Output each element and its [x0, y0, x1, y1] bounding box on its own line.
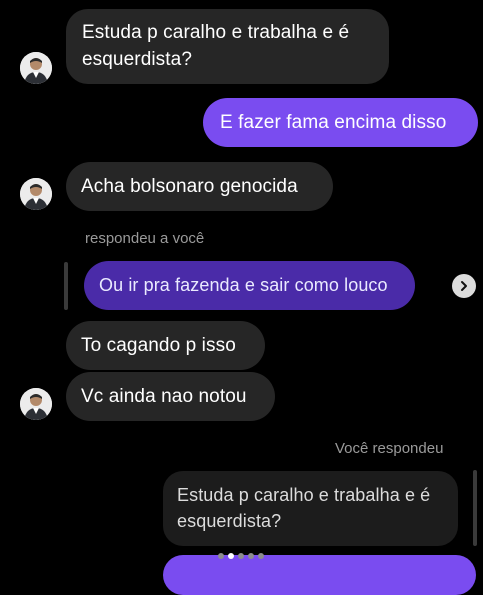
pagination-dot	[248, 553, 254, 559]
avatar-image	[20, 388, 52, 420]
quoted-message-text: Ou ir pra fazenda e sair como louco	[99, 275, 388, 295]
reply-label: respondeu a você	[85, 230, 205, 247]
quoted-message[interactable]: Estuda p caralho e trabalha e é esquerdi…	[163, 471, 458, 546]
carousel-pagination	[218, 553, 264, 559]
message-text-line: Estuda p caralho e trabalha e é	[82, 22, 350, 43]
pagination-dot	[258, 553, 264, 559]
reply-indicator-bar	[64, 262, 68, 310]
share-button[interactable]	[452, 274, 476, 298]
message-text: Vc ainda nao notou	[81, 386, 247, 407]
message-text: Acha bolsonaro genocida	[81, 176, 298, 197]
message-incoming-1[interactable]: Estuda p caralho e trabalha e é esquerdi…	[66, 9, 389, 84]
sender-avatar[interactable]	[20, 388, 52, 420]
message-outgoing-1[interactable]: E fazer fama encima disso	[203, 98, 478, 147]
message-incoming-3[interactable]: To cagando p isso	[66, 321, 265, 370]
reply-indicator-bar	[473, 470, 477, 546]
avatar-image	[20, 178, 52, 210]
sender-avatar[interactable]	[20, 52, 52, 84]
chat-thread[interactable]: Estuda p caralho e trabalha e é esquerdi…	[0, 0, 483, 595]
sender-avatar[interactable]	[20, 178, 52, 210]
pagination-dot	[218, 553, 224, 559]
message-incoming-4[interactable]: Vc ainda nao notou	[66, 372, 275, 421]
quoted-message-text-line: Estuda p caralho e trabalha e é	[177, 485, 431, 505]
pagination-dot-active	[228, 553, 234, 559]
message-text: E fazer fama encima disso	[220, 112, 447, 133]
message-text-line: esquerdista?	[82, 49, 192, 70]
avatar-image	[20, 52, 52, 84]
message-incoming-2[interactable]: Acha bolsonaro genocida	[66, 162, 333, 211]
quoted-message[interactable]: Ou ir pra fazenda e sair como louco	[84, 261, 415, 310]
message-text: To cagando p isso	[81, 335, 236, 356]
quoted-message-text-line: esquerdista?	[177, 511, 282, 531]
message-outgoing-2[interactable]	[163, 555, 476, 595]
chevron-right-icon	[461, 281, 467, 291]
reply-label: Você respondeu	[335, 440, 444, 457]
pagination-dot	[238, 553, 244, 559]
